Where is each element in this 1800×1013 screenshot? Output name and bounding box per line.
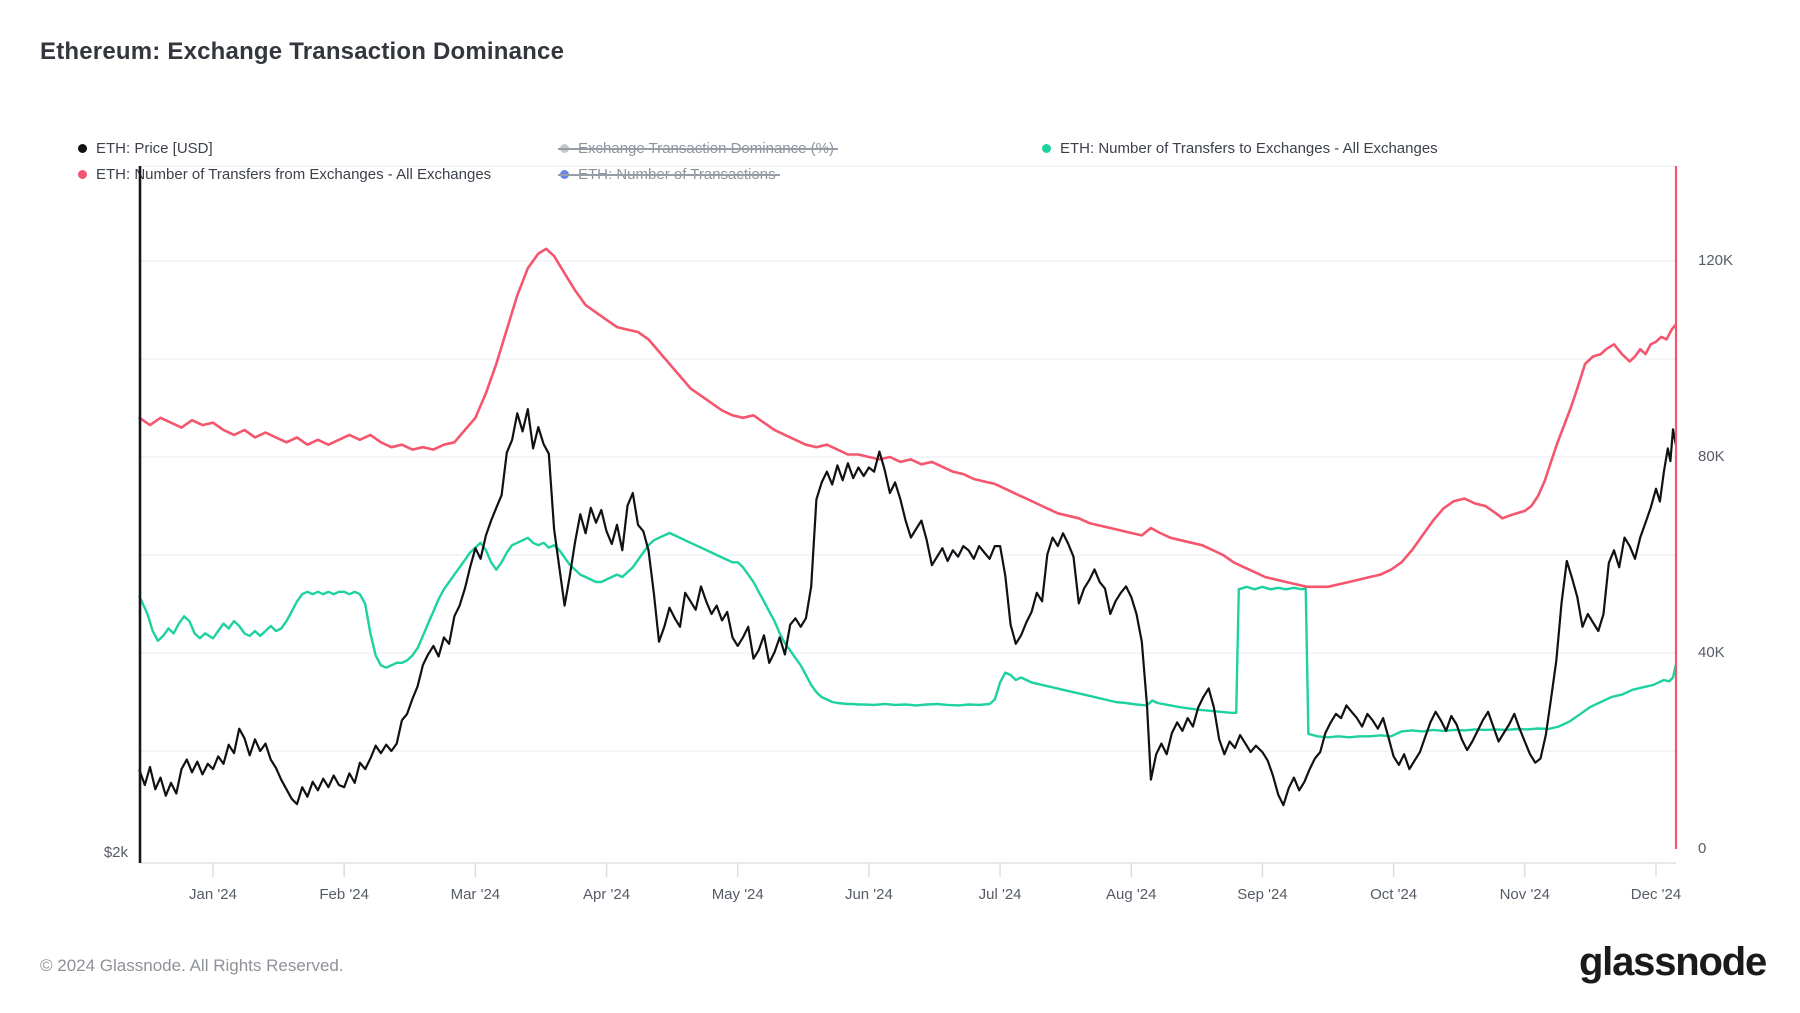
x-axis-tick-label: Nov '24 [1500, 886, 1550, 904]
x-axis-tick-label: Oct '24 [1370, 886, 1417, 904]
chart-plot-area[interactable] [0, 0, 1800, 1013]
x-axis-tick-label: Jul '24 [979, 886, 1022, 904]
x-axis-tick-label: Jan '24 [189, 886, 237, 904]
x-axis-tick-label: Feb '24 [319, 886, 369, 904]
x-axis-tick-label: Aug '24 [1106, 886, 1156, 904]
transfers-axis-tick-label: 120K [1698, 252, 1733, 270]
glassnode-logo: glassnode [1579, 940, 1766, 985]
x-axis-tick-label: May '24 [712, 886, 764, 904]
x-axis-tick-label: Mar '24 [451, 886, 501, 904]
x-axis-tick-label: Apr '24 [583, 886, 630, 904]
copyright-text: © 2024 Glassnode. All Rights Reserved. [40, 956, 344, 976]
x-axis-tick-label: Dec '24 [1631, 886, 1681, 904]
x-axis-tick-label: Sep '24 [1237, 886, 1287, 904]
price-axis-label: $2k [78, 844, 128, 862]
transfers-axis-tick-label: 40K [1698, 644, 1725, 662]
x-axis-tick-label: Jun '24 [845, 886, 893, 904]
transfers-axis-tick-label: 80K [1698, 448, 1725, 466]
transfers-axis-tick-label: 0 [1698, 840, 1706, 858]
